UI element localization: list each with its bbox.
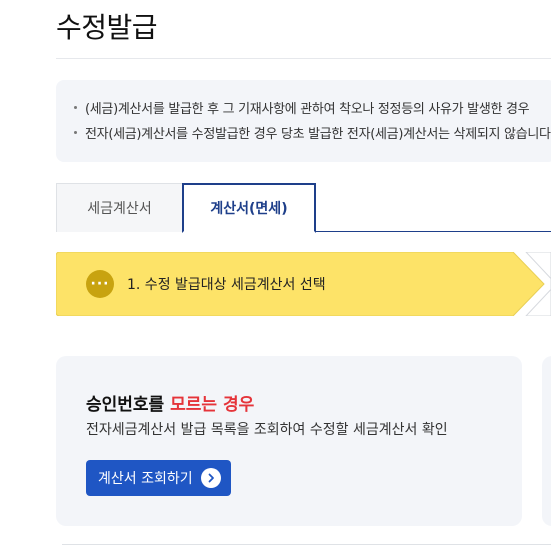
more-dots-icon: ··· (86, 270, 114, 298)
notice-line-2: 전자(세금)계산서를 수정발급한 경우 당초 발급한 전자(세금)계산서는 삭제… (74, 123, 551, 142)
next-card-edge (542, 356, 551, 526)
card-title-prefix: 승인번호를 (86, 395, 171, 415)
card-description: 전자세금계산서 발급 목록을 조회하여 수정할 세금계산서 확인 (86, 422, 448, 438)
search-invoice-button-label: 계산서 조회하기 (98, 471, 193, 487)
tab-invoice-tax-exempt[interactable]: 계산서(면세) (182, 183, 316, 233)
notice-text-2: 전자(세금)계산서를 수정발급한 경우 당초 발급한 전자(세금)계산서는 삭제… (85, 127, 551, 142)
tab-tax-invoice[interactable]: 세금계산서 (56, 183, 183, 232)
bottom-divider (62, 544, 551, 545)
tab-bar: 세금계산서 계산서(면세) (56, 183, 551, 233)
bullet-icon (74, 131, 77, 134)
card-title: 승인번호를 모르는 경우 (86, 390, 254, 415)
page-title: 수정발급 (56, 11, 158, 44)
bullet-icon (74, 106, 77, 109)
notice-text-1: (세금)계산서를 발급한 후 그 기재사항에 관하여 착오나 정정등의 사유가 … (85, 102, 530, 117)
step-indicator: ··· 1. 수정 발급대상 세금계산서 선택 (56, 252, 551, 316)
unknown-approval-card: 승인번호를 모르는 경우 전자세금계산서 발급 목록을 조회하여 수정할 세금계… (56, 356, 522, 526)
card-title-accent: 모르는 경우 (170, 395, 255, 415)
notice-box: (세금)계산서를 발급한 후 그 기재사항에 관하여 착오나 정정등의 사유가 … (56, 80, 551, 162)
title-divider (56, 58, 551, 59)
step-label: 1. 수정 발급대상 세금계산서 선택 (127, 277, 326, 293)
notice-line-1: (세금)계산서를 발급한 후 그 기재사항에 관하여 착오나 정정등의 사유가 … (74, 98, 530, 117)
chevron-right-circle-icon (200, 468, 221, 488)
search-invoice-button[interactable]: 계산서 조회하기 (86, 460, 231, 496)
